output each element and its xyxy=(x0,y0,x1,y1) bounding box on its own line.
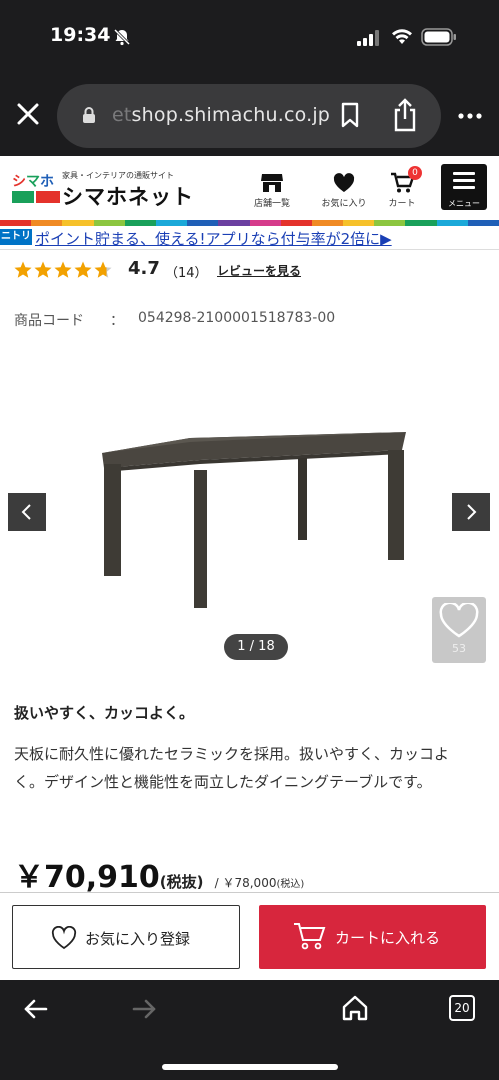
heart-outline-icon xyxy=(51,926,77,950)
chevron-left-icon xyxy=(21,504,31,520)
price: ￥70,910 xyxy=(14,860,160,895)
rating-value: 4.7 xyxy=(128,258,160,279)
favorites-label: お気に入り xyxy=(321,199,367,209)
price-incl-value: ￥78,000 xyxy=(222,876,277,890)
favorite-register-button[interactable]: お気に入り登録 xyxy=(12,905,240,969)
tax-included-label: (税込) xyxy=(276,879,305,890)
battery-icon xyxy=(421,28,456,46)
svg-text:マ: マ xyxy=(26,174,40,190)
url-domain: shop.shimachu.co.jp xyxy=(131,104,331,126)
chevron-right-icon xyxy=(467,504,477,520)
cellular-signal-icon xyxy=(357,30,379,46)
product-code-separator: ： xyxy=(110,313,124,329)
star-icon xyxy=(14,261,32,278)
price-including-tax: / ￥78,000(税込) xyxy=(215,876,305,890)
site-name[interactable]: シマホネット xyxy=(62,181,194,211)
svg-text:ホ: ホ xyxy=(40,174,54,190)
bookmark-icon[interactable] xyxy=(338,102,362,128)
stores-label: 店舗一覧 xyxy=(253,199,290,209)
url-text[interactable]: etshop.shimachu.co.jp xyxy=(112,104,330,126)
tabs-button[interactable]: 20 xyxy=(449,995,475,1021)
menu-label: メニュー xyxy=(448,199,480,208)
shimaho-logo-icon[interactable]: シ マ ホ xyxy=(12,171,60,205)
star-icon xyxy=(94,261,112,278)
nitori-tag: ニトリ xyxy=(0,229,32,245)
add-to-cart-button[interactable]: カートに入れる xyxy=(259,905,486,969)
rating-stars xyxy=(14,261,112,278)
star-icon xyxy=(74,261,92,278)
product-description: 天板に耐久性に優れたセラミックを採用。扱いやすく、カッコよく。デザイン性と機能性… xyxy=(14,745,450,791)
wifi-icon xyxy=(392,29,412,44)
carousel-next-button[interactable] xyxy=(452,493,490,531)
cart-icon xyxy=(294,923,326,950)
cart-link[interactable]: カート xyxy=(372,172,432,209)
review-count: （14） xyxy=(165,266,208,281)
site-tagline: 家具・インテリアの通販サイト xyxy=(62,171,174,180)
review-link[interactable]: レビューを見る xyxy=(217,262,301,279)
add-to-cart-label: カートに入れる xyxy=(335,929,441,947)
product-image[interactable] xyxy=(90,420,420,620)
forward-arrow-icon[interactable] xyxy=(130,997,158,1021)
promo-link[interactable]: ポイント貯まる、使える!アプリなら付与率が2倍に▶ xyxy=(35,228,392,249)
bell-slash-icon xyxy=(113,28,131,46)
home-icon[interactable] xyxy=(341,994,369,1022)
share-icon[interactable] xyxy=(391,98,419,132)
cart-count-badge: 0 xyxy=(408,166,422,180)
hamburger-icon xyxy=(453,172,475,193)
cart-label: カート xyxy=(388,199,416,209)
star-icon xyxy=(34,261,52,278)
carousel-prev-button[interactable] xyxy=(8,493,46,531)
heart-outline-icon xyxy=(439,603,479,638)
product-code-label: 商品コード xyxy=(14,313,84,329)
divider xyxy=(0,892,499,893)
product-code: 054298-2100001518783-00 xyxy=(138,310,336,326)
favorites-link[interactable]: お気に入り xyxy=(314,172,374,209)
close-icon[interactable] xyxy=(14,100,42,128)
favorite-register-label: お気に入り登録 xyxy=(85,930,191,948)
product-catchphrase: 扱いやすく、カッコよく。 xyxy=(14,704,195,722)
svg-text:シ: シ xyxy=(12,174,26,190)
lock-icon xyxy=(83,107,95,123)
back-arrow-icon[interactable] xyxy=(22,997,50,1021)
store-icon xyxy=(261,174,283,192)
image-counter: 1 / 18 xyxy=(224,634,288,660)
tax-excluded-label: (税抜) xyxy=(159,873,204,891)
home-indicator xyxy=(162,1064,338,1070)
star-icon xyxy=(54,261,72,278)
heart-icon xyxy=(333,173,355,192)
price-incl-separator: / xyxy=(214,876,219,890)
menu-button[interactable]: メニュー xyxy=(441,164,487,210)
status-time: 19:34 xyxy=(50,24,111,46)
price-row: ￥70,910(税抜) / ￥78,000(税込) xyxy=(14,852,304,896)
url-prefix: et xyxy=(112,104,132,126)
stores-link[interactable]: 店舗一覧 xyxy=(242,172,302,209)
favorite-count: 53 xyxy=(452,642,466,655)
favorite-toggle[interactable]: 53 xyxy=(432,597,486,663)
more-options-icon[interactable] xyxy=(456,106,484,126)
